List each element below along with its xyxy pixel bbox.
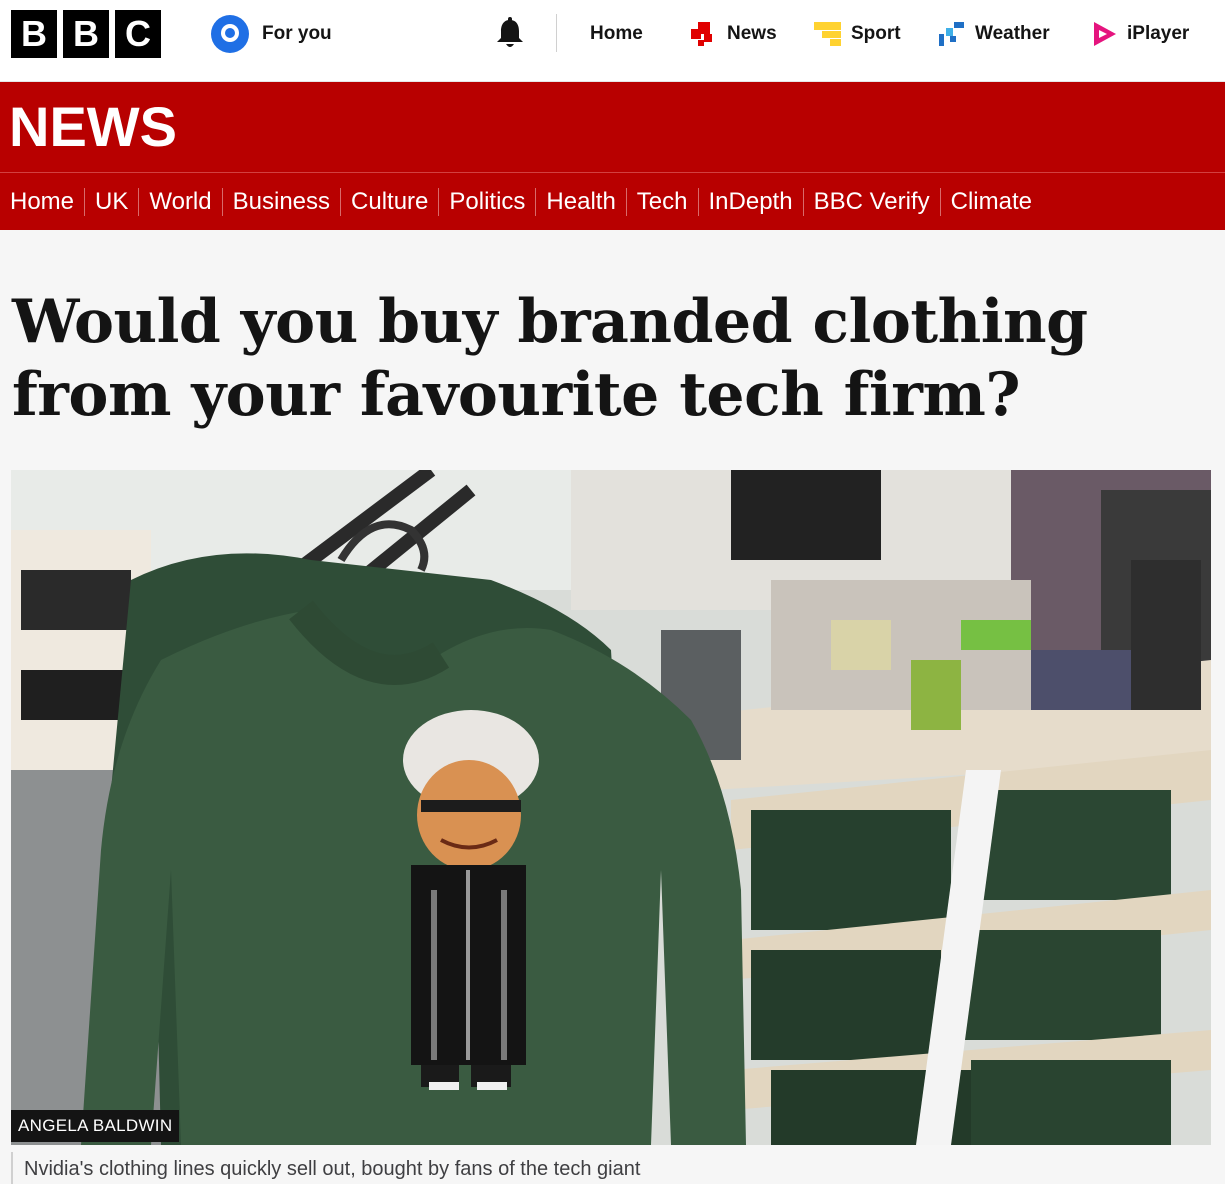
user-account-icon bbox=[211, 15, 249, 53]
section-nav-item[interactable]: Health bbox=[535, 187, 625, 216]
section-nav-item[interactable]: Tech bbox=[625, 187, 698, 216]
weather-icon bbox=[939, 22, 964, 46]
image-credit: ANGELA BALDWIN bbox=[11, 1110, 180, 1142]
for-you-label: For you bbox=[262, 23, 332, 44]
hero-photo-illustration bbox=[11, 470, 1211, 1145]
sport-icon bbox=[814, 22, 841, 46]
news-icon bbox=[691, 22, 712, 46]
topnav-news-label: News bbox=[727, 23, 777, 44]
bbc-logo-letter: C bbox=[115, 10, 161, 58]
bbc-logo-letter: B bbox=[63, 10, 109, 58]
topnav-sport[interactable]: Sport bbox=[814, 18, 901, 50]
header-divider bbox=[556, 14, 557, 52]
section-nav-item[interactable]: BBC Verify bbox=[802, 187, 940, 216]
section-nav-item[interactable]: InDepth bbox=[697, 187, 803, 216]
topnav-news[interactable]: News bbox=[690, 18, 777, 50]
caption-rule bbox=[11, 1152, 13, 1184]
topnav-weather-label: Weather bbox=[975, 23, 1050, 44]
bbc-logo[interactable]: B B C bbox=[11, 10, 161, 58]
article-hero-image bbox=[11, 470, 1211, 1145]
topnav-home[interactable]: Home bbox=[590, 18, 643, 50]
notifications-bell-icon[interactable] bbox=[490, 14, 530, 54]
section-nav-item[interactable]: Politics bbox=[438, 187, 535, 216]
for-you-button[interactable]: For you bbox=[210, 14, 332, 54]
topnav-iplayer-label: iPlayer bbox=[1127, 23, 1190, 44]
section-nav-item[interactable]: Home bbox=[0, 188, 84, 216]
topnav-sport-label: Sport bbox=[851, 23, 901, 44]
section-nav-item[interactable]: Climate bbox=[939, 187, 1042, 216]
section-nav-item[interactable]: World bbox=[138, 187, 221, 216]
news-banner: NEWS bbox=[0, 82, 1225, 172]
article-headline: Would you buy branded clothing from your… bbox=[12, 287, 1088, 430]
section-nav-item[interactable]: Business bbox=[221, 187, 340, 216]
section-nav-item[interactable]: Culture bbox=[340, 187, 438, 216]
global-header: B B C For you Home News Sport Weather iP… bbox=[0, 0, 1225, 82]
topnav-iplayer[interactable]: iPlayer bbox=[1090, 18, 1189, 50]
image-caption: Nvidia's clothing lines quickly sell out… bbox=[24, 1158, 641, 1180]
section-nav: Home UK World Business Culture Politics … bbox=[0, 172, 1225, 230]
news-logo[interactable]: NEWS bbox=[9, 94, 177, 159]
section-nav-item[interactable]: UK bbox=[84, 187, 138, 216]
topnav-home-label: Home bbox=[590, 23, 643, 44]
iplayer-icon bbox=[1094, 22, 1116, 46]
bbc-logo-letter: B bbox=[11, 10, 57, 58]
topnav-weather[interactable]: Weather bbox=[938, 18, 1050, 50]
